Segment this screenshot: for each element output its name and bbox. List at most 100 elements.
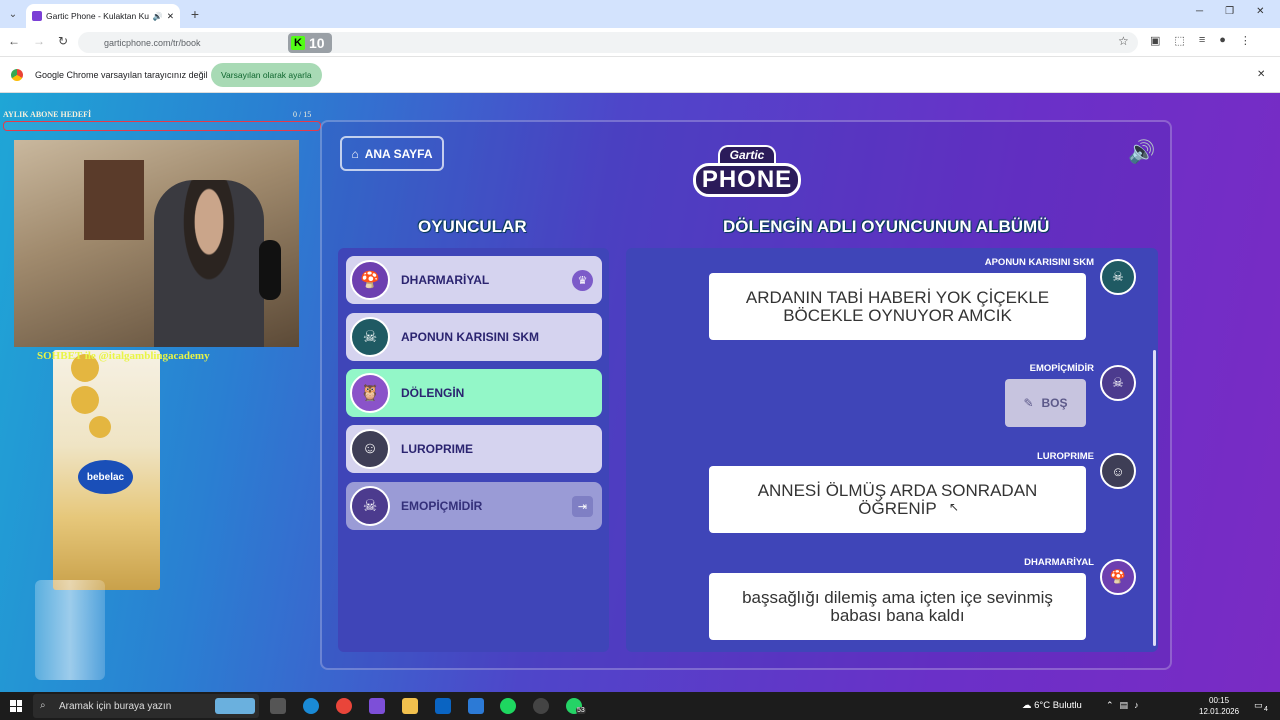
album-author-avatar: ☠ (1100, 365, 1136, 401)
logo-main-text: PHONE (692, 163, 802, 197)
player-name: APONUN KARISINI SKM (401, 330, 540, 344)
address-bar[interactable]: garticphone.com/tr/book (78, 32, 1138, 53)
app-icon[interactable] (533, 698, 549, 714)
restore-icon[interactable]: ❐ (1225, 6, 1234, 17)
stream-overlay-text: SOHBET ile @italgamblingacademy (37, 350, 210, 362)
player-name: EMOPİÇMİDİR (401, 499, 483, 513)
empty-drawing-card: ✎ BOŞ (1005, 379, 1086, 427)
album-heading: DÖLENGİN ADLI OYUNCUNUN ALBÜMÜ (723, 217, 1050, 236)
audio-icon[interactable]: 🔊 (153, 12, 163, 21)
tray-chevron-icon[interactable]: ⌃ (1106, 700, 1114, 711)
notification-icon[interactable]: ▭ (1254, 700, 1263, 711)
copilot-icon[interactable] (369, 698, 385, 714)
screenshot-icon[interactable]: ▣ (1150, 34, 1160, 47)
search-highlight-image (215, 698, 255, 714)
player-name: LUROPRIME (401, 442, 473, 456)
clock-time: 00:15 (1209, 696, 1230, 705)
player-row[interactable]: ☠ EMOPİÇMİDİR ⇥ (346, 482, 602, 530)
new-tab-button[interactable]: + (186, 5, 204, 23)
gartic-favicon-icon (32, 11, 42, 21)
edge-icon[interactable] (303, 698, 319, 714)
spotify-icon[interactable] (500, 698, 516, 714)
album-author-avatar: ☠ (1100, 259, 1136, 295)
chrome-logo-icon (11, 69, 23, 81)
glass-image (35, 580, 105, 680)
album-scrollbar[interactable] (1153, 350, 1156, 646)
system-tray: ⌃ ▤ ♪ (1106, 700, 1139, 711)
album-author-avatar: ☺ (1100, 453, 1136, 489)
kick-count: 10 (309, 35, 325, 51)
badge-vitamin (71, 386, 99, 414)
subscriber-goal-progress (3, 121, 321, 131)
close-window-icon[interactable]: ✕ (1256, 6, 1264, 17)
player-row[interactable]: ☠ APONUN KARISINI SKM (346, 313, 602, 361)
home-icon: ⌂ (351, 146, 359, 161)
album-author-avatar: 🍄 (1100, 559, 1136, 595)
search-icon: ⌕ (40, 700, 46, 711)
subscriber-goal-count: 0 / 15 (293, 110, 312, 119)
player-name: DHARMARİYAL (401, 273, 490, 287)
reload-icon[interactable]: ↻ (58, 34, 68, 48)
infobar-close-icon[interactable]: ✕ (1257, 69, 1265, 80)
back-icon[interactable]: ← (8, 34, 20, 48)
outlook-icon[interactable] (435, 698, 451, 714)
network-icon[interactable]: ▤ (1120, 700, 1129, 711)
badge-mineral (89, 416, 111, 438)
cloud-icon: ☁ (1022, 700, 1032, 711)
weather-text: 6°C Bulutlu (1034, 700, 1082, 711)
player-row-active[interactable]: 🦉 DÖLENGİN (346, 369, 602, 417)
microphone-shape (259, 240, 281, 300)
exit-icon: ⇥ (572, 495, 593, 517)
taskbar-search-text: Aramak için buraya yazın (59, 700, 172, 712)
forward-icon[interactable]: → (33, 34, 45, 48)
webcam-background-shape (84, 160, 144, 240)
player-row[interactable]: ☺ LUROPRIME (346, 425, 602, 473)
task-view-icon[interactable] (270, 698, 286, 714)
extension-icons: ▣ ⬚ ≡ ● ⋮ (1150, 34, 1251, 47)
taskbar-clock[interactable]: 00:15 12.01.2026 (1199, 695, 1239, 717)
home-button-label: ANA SAYFA (364, 146, 433, 161)
volume-icon[interactable]: ♪ (1134, 700, 1139, 711)
player-row[interactable]: 🍄 DHARMARİYAL ♛ (346, 256, 602, 304)
menu-icon[interactable]: ⋮ (1240, 34, 1251, 47)
minimize-icon[interactable]: ─ (1196, 6, 1203, 17)
tab-search-icon[interactable]: ⌄ (4, 5, 22, 23)
home-button[interactable]: ⌂ ANA SAYFA (340, 136, 444, 171)
profile-avatar[interactable]: ● (1219, 34, 1226, 47)
player-avatar: ☠ (350, 486, 390, 526)
players-heading: OYUNCULAR (418, 217, 527, 236)
browser-tab[interactable]: Gartic Phone - Kulaktan Kul 🔊 ✕ (26, 4, 180, 28)
sound-icon[interactable]: 🔊 (1128, 139, 1160, 165)
set-default-button[interactable]: Varsayılan olarak ayarla (211, 63, 322, 87)
weather-widget[interactable]: ☁ 6°C Bulutlu (1022, 700, 1082, 711)
clock-date: 12.01.2026 (1199, 707, 1240, 716)
bookmark-star-icon[interactable]: ☆ (1118, 34, 1129, 48)
kick-logo-icon: K (291, 36, 305, 50)
tab-title: Gartic Phone - Kulaktan Kul (46, 11, 149, 21)
streamer-figure (154, 180, 264, 347)
album-text-bubble: ANNESİ ÖLMÜŞ ARDA SONRADAN ÖĞRENİP (709, 466, 1086, 533)
player-avatar: 🦉 (350, 373, 390, 413)
subscriber-goal-label: AYLIK ABONE HEDEFİ (3, 110, 92, 119)
window-controls: ─ ❐ ✕ (1196, 6, 1264, 17)
chrome-taskbar-icon[interactable] (336, 698, 352, 714)
media-icon[interactable]: ≡ (1199, 34, 1205, 47)
album-author: APONUN KARISINI SKM (984, 257, 1094, 268)
album-text-bubble: başsağlığı dilemiş ama içten içe sevinmi… (709, 573, 1086, 640)
notification-count: 4 (1264, 706, 1268, 713)
logo-top-text: Gartic (717, 145, 777, 163)
mouse-cursor-icon: ↖ (949, 500, 960, 514)
extensions-icon[interactable]: ⬚ (1174, 34, 1184, 47)
empty-drawing-label: BOŞ (1041, 396, 1068, 410)
kick-extension-badge[interactable]: K 10 (288, 33, 332, 53)
file-explorer-icon[interactable] (402, 698, 418, 714)
crown-icon: ♛ (572, 269, 593, 291)
close-tab-icon[interactable]: ✕ (167, 11, 174, 22)
store-icon[interactable] (468, 698, 484, 714)
album-author: EMOPİÇMİDİR (1029, 363, 1094, 374)
product-ad-image: bebelac (53, 350, 160, 590)
start-button[interactable] (10, 700, 22, 712)
whatsapp-badge: 53 (576, 707, 586, 714)
infobar-message: Google Chrome varsayılan tarayıcınız değ… (35, 70, 208, 80)
nav-buttons: ← → ↻ (8, 34, 68, 48)
